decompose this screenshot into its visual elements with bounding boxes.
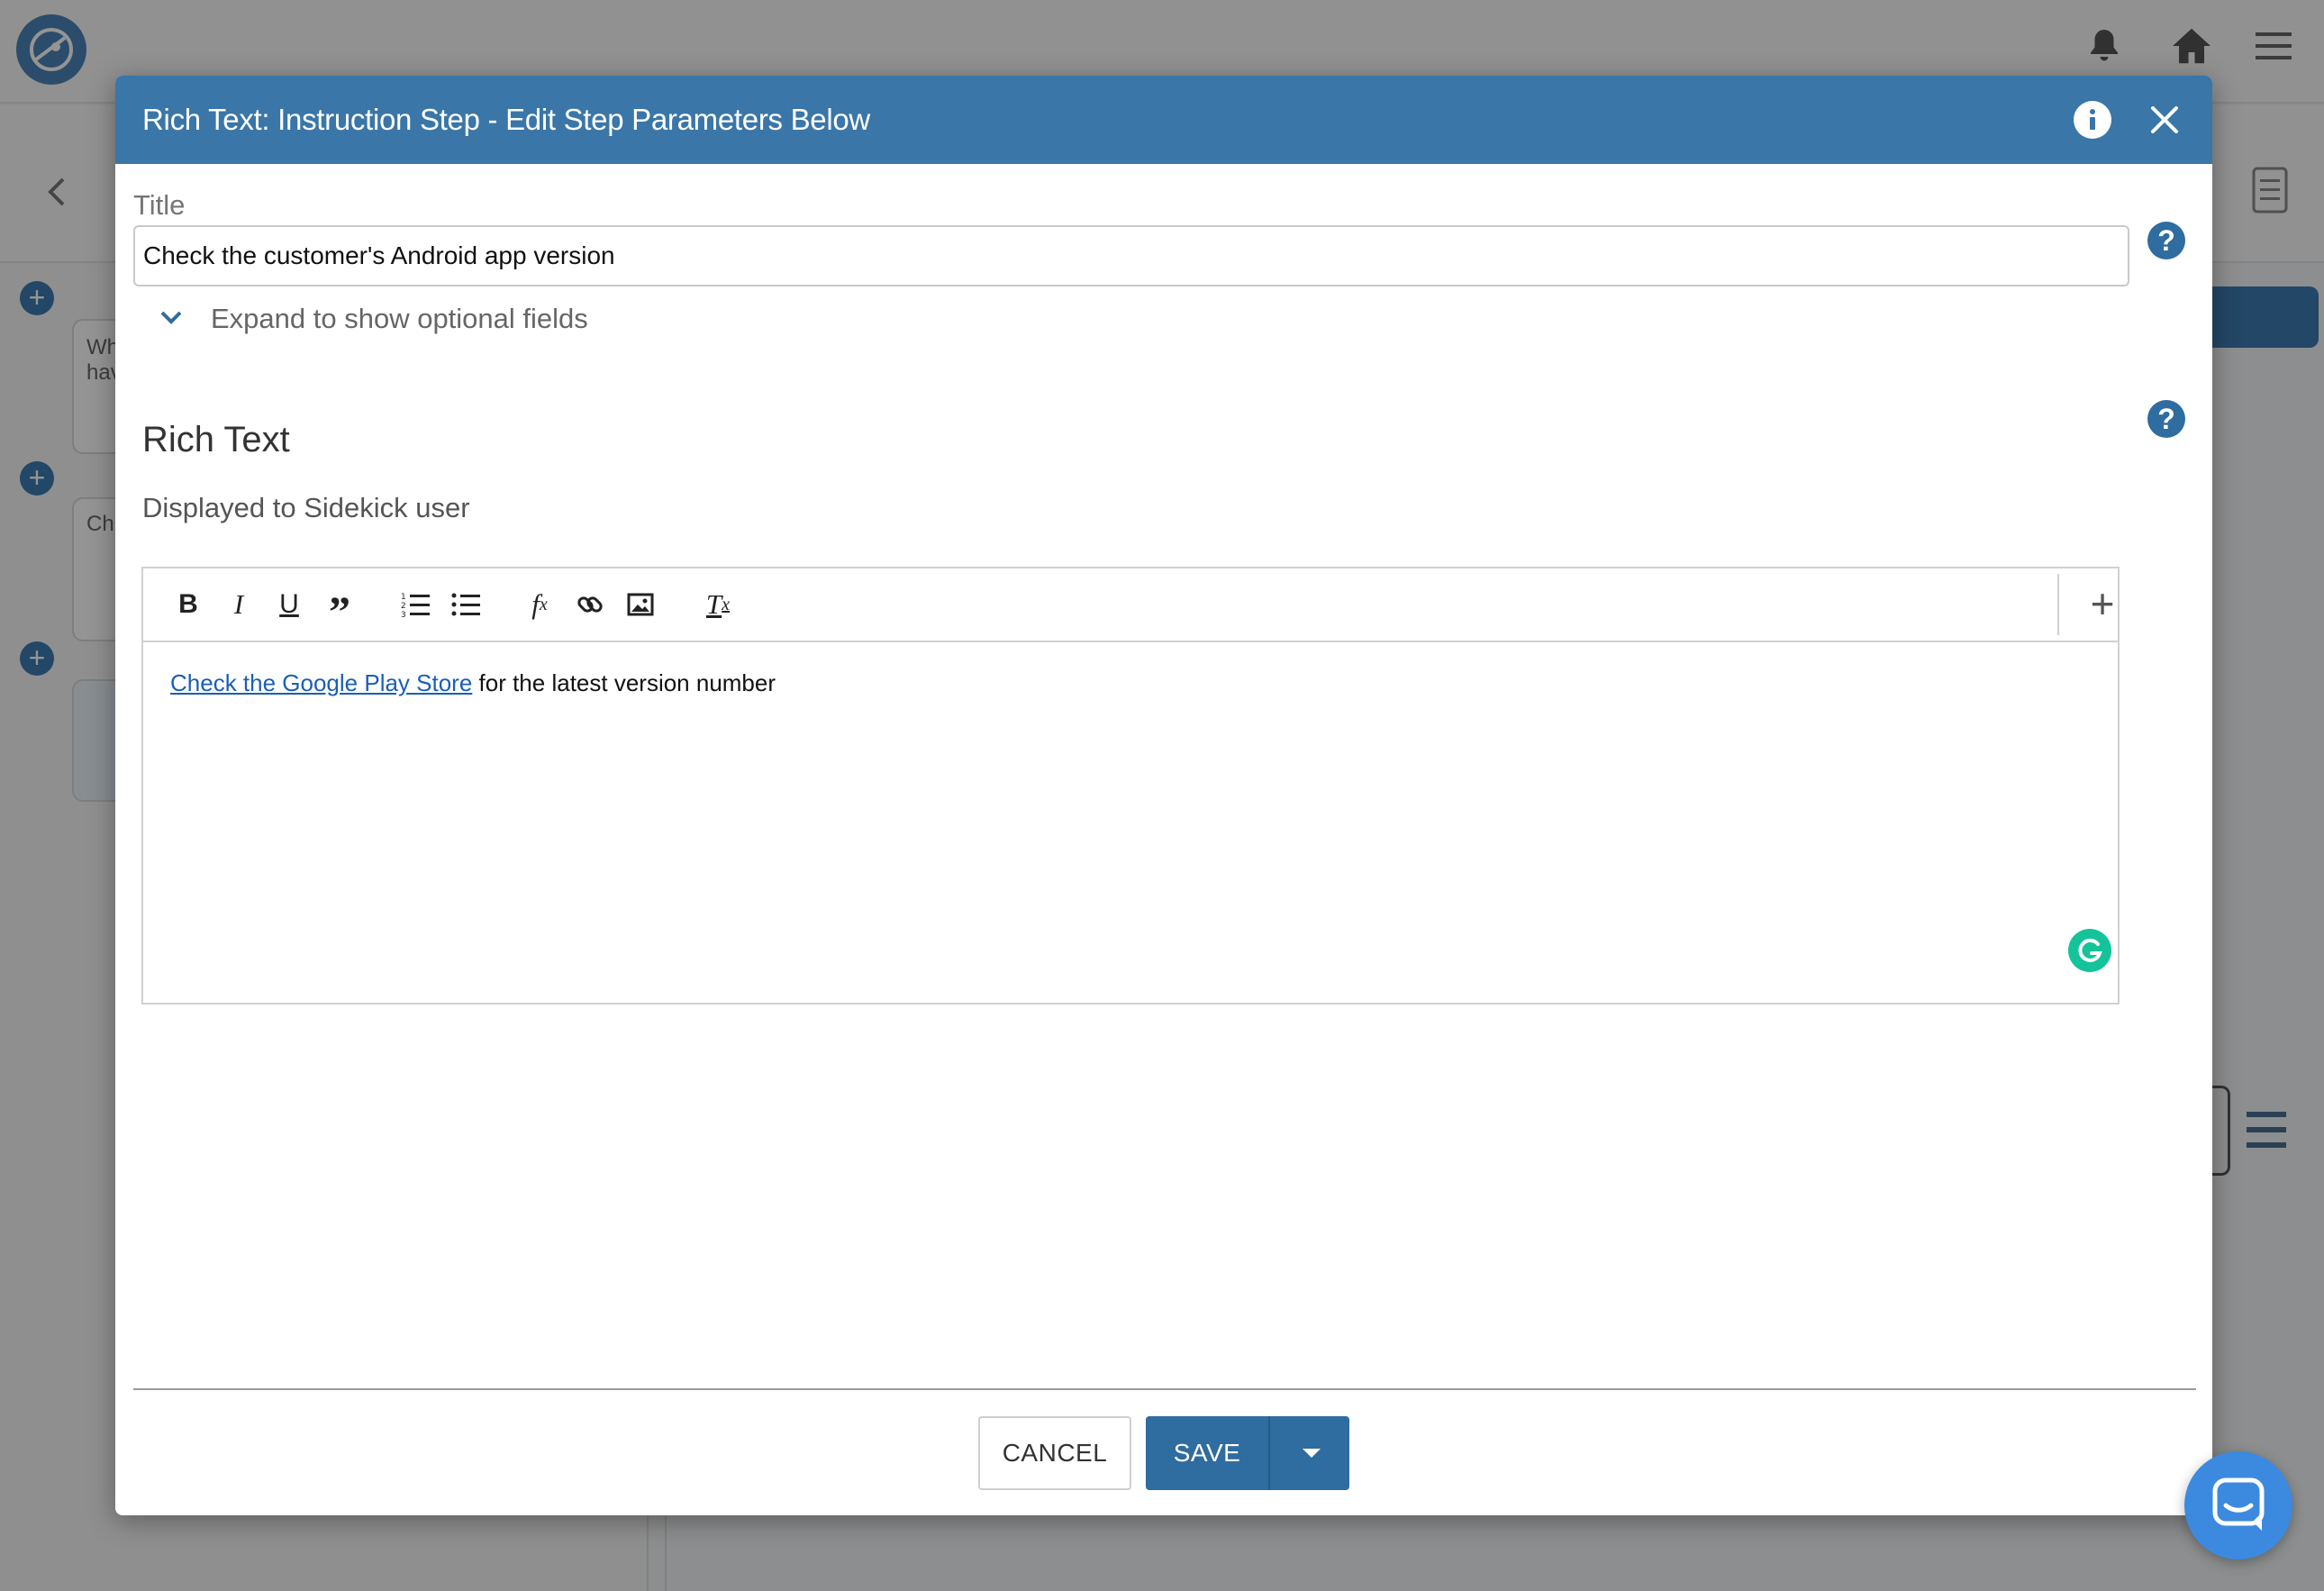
svg-text:2: 2 [401,602,406,611]
cancel-button[interactable]: CANCEL [978,1416,1131,1490]
toolbar-separator [2057,574,2059,635]
formula-icon[interactable]: fx [522,586,558,623]
blockquote-icon[interactable]: ” [322,586,358,634]
expand-label: Expand to show optional fields [211,303,588,334]
svg-text:3: 3 [401,611,406,618]
title-input[interactable] [133,225,2129,286]
chat-launcher[interactable] [2184,1451,2292,1559]
underline-icon[interactable]: U [271,586,307,623]
bold-icon[interactable]: B [170,586,206,623]
numbered-list-icon[interactable]: 123 [397,586,433,623]
save-options-dropdown[interactable] [1268,1416,1349,1490]
help-icon[interactable]: ? [2147,222,2185,259]
link-icon[interactable] [572,586,608,623]
save-button[interactable]: SAVE [1146,1416,1268,1490]
clear-format-icon[interactable]: Tx [700,586,736,623]
editor-body-text: for the latest version number [472,669,776,696]
grammarly-icon[interactable] [2068,929,2111,972]
bulleted-list-icon[interactable] [448,586,484,623]
help-icon[interactable]: ? [2147,400,2185,438]
rich-text-subtitle: Displayed to Sidekick user [142,492,470,523]
info-icon[interactable] [2074,101,2111,139]
close-icon[interactable] [2147,103,2182,137]
edit-step-dialog: Rich Text: Instruction Step - Edit Step … [115,76,2212,1515]
editor-content[interactable]: Check the Google Play Store for the late… [170,669,776,697]
italic-icon[interactable]: I [221,586,257,623]
plus-icon[interactable]: + [2080,581,2125,626]
chevron-down-icon [159,308,184,331]
chat-icon [2211,1477,2265,1537]
expand-optional-fields[interactable]: Expand to show optional fields [159,296,588,341]
footer-divider [133,1388,2196,1390]
caret-down-icon [1303,1449,1321,1458]
dialog-header: Rich Text: Instruction Step - Edit Step … [115,76,2212,164]
rich-text-editor: B I U ” 123 fx Tx + Check the Google Pla… [141,567,2120,1005]
play-store-link[interactable]: Check the Google Play Store [170,669,472,696]
svg-text:1: 1 [401,593,406,602]
image-icon[interactable] [622,586,658,623]
editor-toolbar: B I U ” 123 fx Tx + [143,568,2118,642]
title-label: Title [133,189,186,221]
dialog-title: Rich Text: Instruction Step - Edit Step … [142,103,870,136]
rich-text-heading: Rich Text [142,420,290,459]
